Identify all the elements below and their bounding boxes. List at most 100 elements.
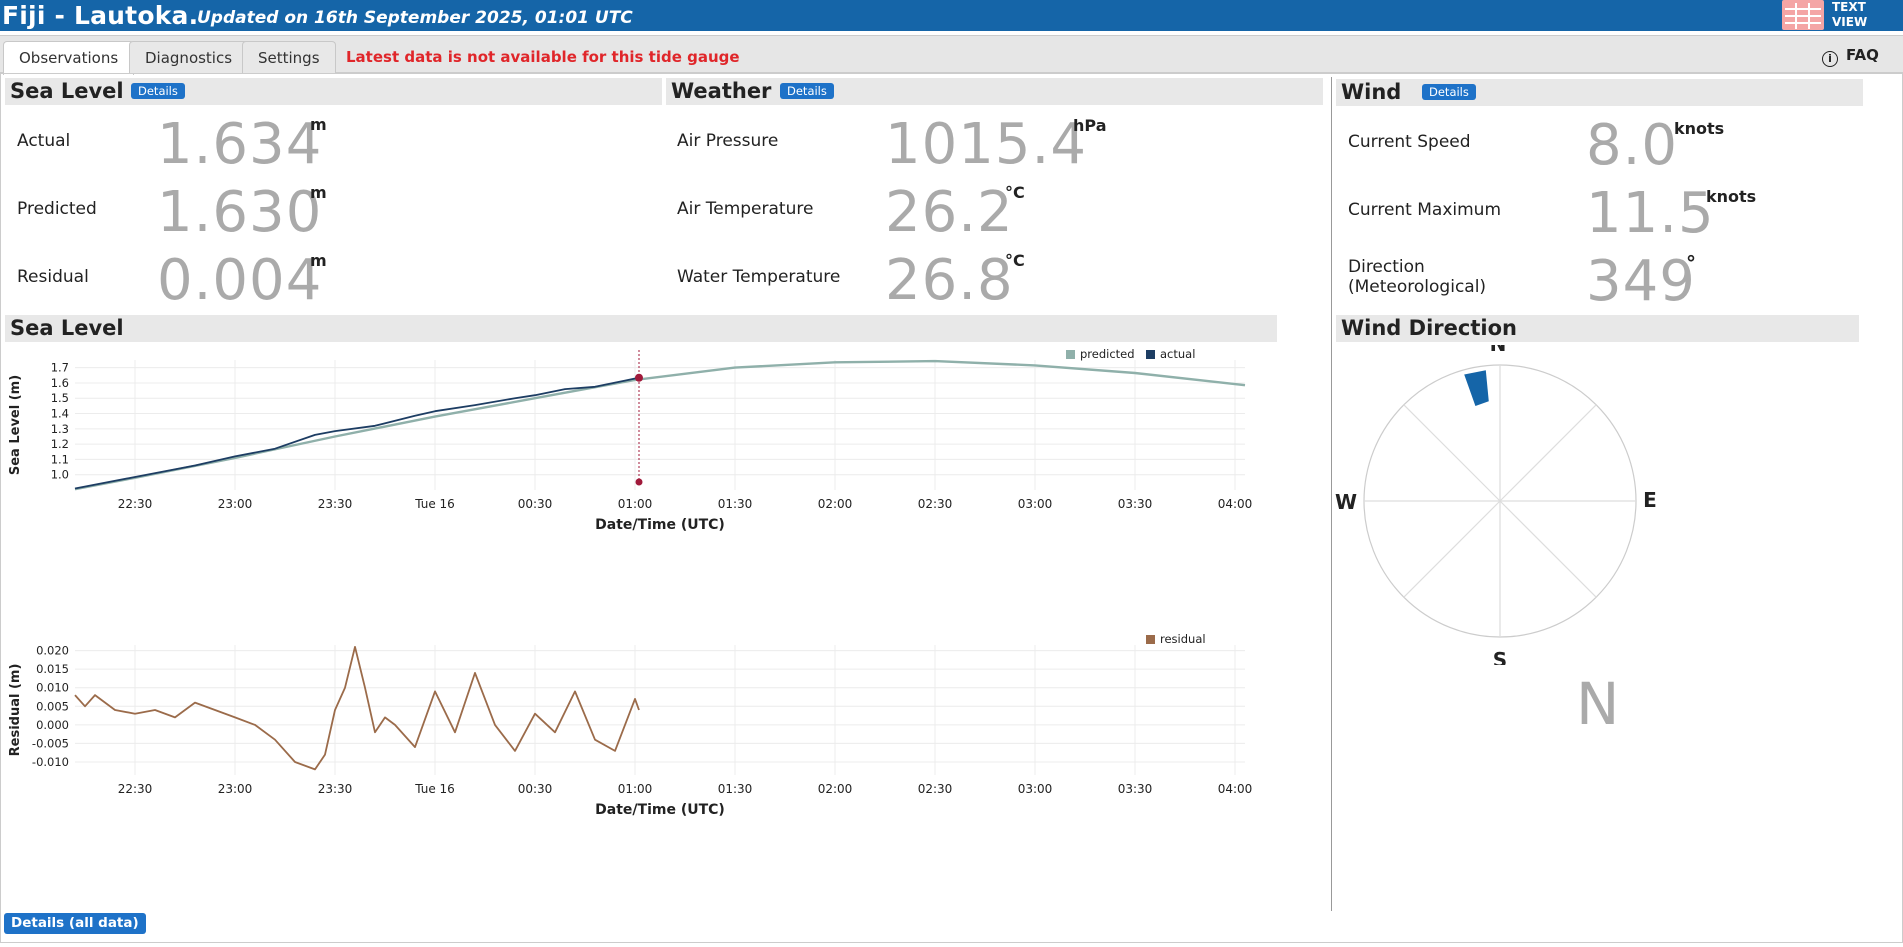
x-tick-label: 04:00 xyxy=(1218,497,1253,511)
compass-label-W: W xyxy=(1335,490,1357,514)
x-tick-label: 03:30 xyxy=(1118,782,1153,796)
legend-swatch-predicted xyxy=(1066,350,1075,359)
y-tick-label: 0.000 xyxy=(36,718,69,732)
x-tick-label: 01:00 xyxy=(618,497,653,511)
wind-direction-title: Wind Direction xyxy=(1341,316,1517,340)
sea-level-chart-header: Sea Level xyxy=(5,315,1277,342)
info-icon: i xyxy=(1822,51,1838,67)
wind-speed-value: 8.0 xyxy=(1586,113,1679,178)
x-tick-label: 03:00 xyxy=(1018,782,1053,796)
sea-level-residual-value: 0.004 xyxy=(157,248,323,313)
x-tick-label: Tue 16 xyxy=(414,782,455,796)
y-axis-title: Residual (m) xyxy=(8,664,23,757)
x-tick-label: 01:30 xyxy=(718,497,753,511)
x-tick-label: 04:00 xyxy=(1218,782,1253,796)
compass-spoke xyxy=(1403,500,1501,598)
text-view-button[interactable]: TEXT VIEW xyxy=(1782,0,1902,31)
wind-header: Wind Details xyxy=(1336,79,1863,106)
wind-direction-header: Wind Direction xyxy=(1336,315,1859,342)
x-tick-label: 22:30 xyxy=(118,497,153,511)
current-time-dot xyxy=(635,478,643,486)
x-tick-label: 02:00 xyxy=(818,497,853,511)
compass-spoke xyxy=(1403,404,1501,502)
x-tick-label: 23:00 xyxy=(218,782,253,796)
water-temperature-value: 26.8 xyxy=(885,248,1014,313)
air-pressure-value: 1015.4 xyxy=(885,112,1087,177)
air-temperature-value: 26.2 xyxy=(885,180,1014,245)
x-tick-label: 02:00 xyxy=(818,782,853,796)
wind-title: Wind xyxy=(1341,80,1402,104)
x-tick-label: 01:30 xyxy=(718,782,753,796)
compass-label-N: N xyxy=(1490,345,1507,356)
y-tick-label: -0.010 xyxy=(32,755,69,769)
tab-settings[interactable]: Settings xyxy=(242,41,336,73)
y-tick-label: 0.010 xyxy=(36,681,69,695)
x-tick-label: 01:00 xyxy=(618,782,653,796)
updated-timestamp: Updated on 16th September 2025, 01:01 UT… xyxy=(197,8,633,28)
sea-level-header: Sea Level Details xyxy=(5,78,662,105)
series-line-predicted xyxy=(74,359,1246,491)
sea-level-title: Sea Level xyxy=(10,79,124,103)
details-all-data-button[interactable]: Details (all data) xyxy=(4,913,146,934)
legend-swatch-actual xyxy=(1146,350,1155,359)
y-axis-title: Sea Level (m) xyxy=(8,375,23,475)
y-tick-label: 1.3 xyxy=(51,422,69,436)
table-grid-icon xyxy=(1782,0,1824,30)
tab-diagnostics[interactable]: Diagnostics xyxy=(129,41,249,73)
legend-label-actual: actual xyxy=(1160,347,1195,361)
x-axis-title: Date/Time (UTC) xyxy=(595,517,725,533)
x-tick-label: 23:30 xyxy=(318,782,353,796)
compass-spoke xyxy=(1499,404,1597,502)
current-value-dot xyxy=(635,373,643,382)
y-tick-label: 1.0 xyxy=(51,468,69,482)
y-tick-label: 1.4 xyxy=(51,407,69,421)
y-tick-label: 1.5 xyxy=(51,391,69,405)
weather-header: Weather Details xyxy=(666,78,1323,105)
x-tick-label: 00:30 xyxy=(518,782,553,796)
chart-0: 22:30 23:00 23:30 Tue 16 00:30 01:00 01:30 02:0… xyxy=(8,347,1252,533)
y-tick-label: 1.7 xyxy=(51,361,69,375)
data-unavailable-message: Latest data is not available for this ti… xyxy=(346,48,740,66)
y-tick-label: 1.6 xyxy=(51,376,69,390)
wind-direction-value: 349 xyxy=(1586,249,1696,314)
series-line-residual xyxy=(74,645,640,771)
x-tick-label: 02:30 xyxy=(918,497,953,511)
x-tick-label: 23:00 xyxy=(218,497,253,511)
text-view-label: TEXT VIEW xyxy=(1832,0,1868,29)
sea-level-details-button[interactable]: Details xyxy=(131,83,185,99)
x-tick-label: 00:30 xyxy=(518,497,553,511)
wind-details-button[interactable]: Details xyxy=(1422,84,1476,100)
y-tick-label: 0.005 xyxy=(36,699,69,713)
legend-swatch-residual xyxy=(1146,635,1155,644)
x-tick-label: 02:30 xyxy=(918,782,953,796)
compass-label-S: S xyxy=(1493,648,1507,665)
station-title: Fiji - Lautoka. xyxy=(2,1,199,30)
weather-details-button[interactable]: Details xyxy=(780,83,834,99)
sea-level-charts: 22:30 23:00 23:30 Tue 16 00:30 01:00 01:30 02:0… xyxy=(8,347,1253,818)
wind-direction-bar xyxy=(1464,370,1489,406)
legend-label-residual: residual xyxy=(1160,632,1206,646)
sea-level-predicted-value: 1.630 xyxy=(157,180,323,245)
wind-compass: N E S W xyxy=(1335,345,1657,665)
weather-title: Weather xyxy=(671,79,772,103)
wind-direction-label: N xyxy=(1576,670,1620,738)
y-tick-label: -0.005 xyxy=(32,736,69,750)
x-tick-label: 03:00 xyxy=(1018,497,1053,511)
sea-level-actual-value: 1.634 xyxy=(157,112,323,177)
compass-label-E: E xyxy=(1643,488,1657,512)
y-tick-label: 1.1 xyxy=(51,452,69,466)
y-tick-label: 0.020 xyxy=(36,644,69,658)
faq-link[interactable]: i FAQ xyxy=(1822,46,1879,67)
tab-bar: Observations Diagnostics Settings Latest… xyxy=(0,35,1903,75)
sea-level-chart-title: Sea Level xyxy=(10,316,124,340)
x-tick-label: Tue 16 xyxy=(414,497,455,511)
x-tick-label: 03:30 xyxy=(1118,497,1153,511)
compass-spoke xyxy=(1499,500,1597,598)
y-tick-label: 0.015 xyxy=(36,662,69,676)
y-tick-label: 1.2 xyxy=(51,437,69,451)
x-tick-label: 22:30 xyxy=(118,782,153,796)
x-tick-label: 23:30 xyxy=(318,497,353,511)
legend-label-predicted: predicted xyxy=(1080,347,1135,361)
tab-observations[interactable]: Observations xyxy=(3,41,135,75)
x-axis-title: Date/Time (UTC) xyxy=(595,802,725,818)
